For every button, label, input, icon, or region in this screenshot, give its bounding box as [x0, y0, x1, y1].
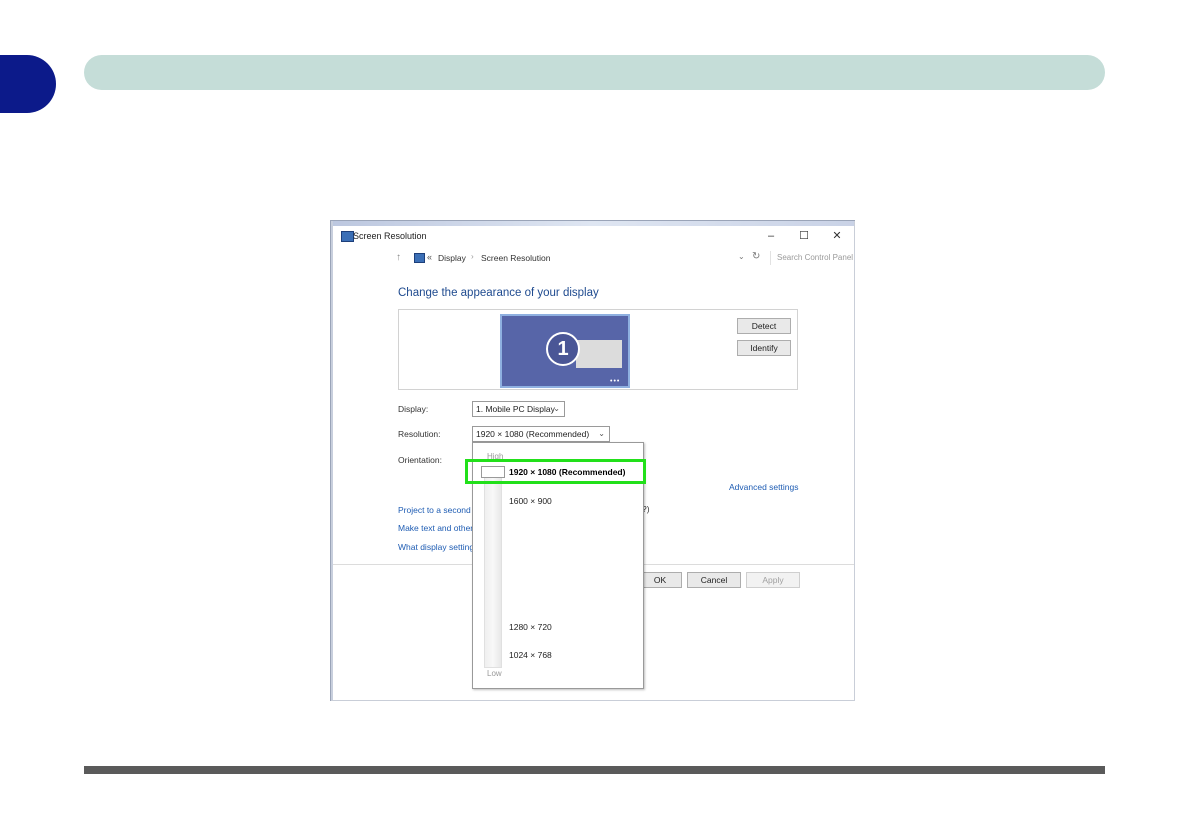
text-size-link[interactable]: Make text and other: [398, 523, 473, 533]
control-panel-nav-icon: [414, 253, 425, 263]
ok-button[interactable]: OK: [638, 572, 682, 588]
resolution-label: Resolution:: [398, 429, 441, 439]
display-preview-area: 1 ••• Detect Identify: [398, 309, 798, 390]
orientation-label: Orientation:: [398, 455, 442, 465]
breadcrumb-screen-resolution[interactable]: Screen Resolution: [481, 253, 550, 263]
advanced-settings-link[interactable]: Advanced settings: [729, 482, 798, 492]
display-label: Display:: [398, 404, 429, 414]
resolution-select-value: 1920 × 1080 (Recommended): [476, 429, 590, 439]
refresh-icon[interactable]: ↻: [752, 251, 760, 262]
project-link[interactable]: Project to a second: [398, 505, 471, 515]
window-title: Screen Resolution: [353, 231, 427, 241]
chevron-right-icon: ›: [471, 252, 474, 261]
monitor-number: 1: [546, 332, 580, 366]
monitor-grid-graphic: [576, 340, 622, 368]
slider-low-label: Low: [487, 669, 502, 678]
breadcrumb-display[interactable]: Display: [438, 253, 466, 263]
window-left-edge: [330, 220, 333, 701]
chapter-tab: [0, 55, 56, 113]
footer-rule: [84, 766, 1105, 774]
resolution-slider-track[interactable]: [484, 473, 502, 668]
chevron-down-icon: ⌄: [598, 429, 605, 438]
minimize-icon[interactable]: –: [759, 228, 783, 244]
close-icon[interactable]: ✕: [825, 228, 849, 244]
resolution-option[interactable]: 1280 × 720: [509, 622, 552, 632]
maximize-icon[interactable]: ☐: [792, 228, 816, 244]
resolution-option[interactable]: 1600 × 900: [509, 496, 552, 506]
resolution-select[interactable]: 1920 × 1080 (Recommended) ⌄: [472, 426, 610, 442]
display-settings-help-link[interactable]: What display setting: [398, 542, 474, 552]
page-title: Change the appearance of your display: [398, 287, 599, 299]
monitor-dots: •••: [610, 378, 621, 385]
address-bar: ↑ « Display › Screen Resolution ⌄ ↻ Sear…: [396, 251, 853, 267]
display-select[interactable]: 1. Mobile PC Display ⌄: [472, 401, 565, 417]
cancel-button[interactable]: Cancel: [687, 572, 741, 588]
up-arrow-icon[interactable]: ↑: [396, 252, 401, 263]
resolution-option[interactable]: 1024 × 768: [509, 650, 552, 660]
identify-button[interactable]: Identify: [737, 340, 791, 356]
breadcrumb-overflow[interactable]: «: [427, 252, 432, 262]
search-input[interactable]: Search Control Panel ⚲: [770, 251, 855, 265]
monitor-icon[interactable]: 1 •••: [500, 314, 630, 388]
header-bar: [84, 55, 1105, 90]
display-select-value: 1. Mobile PC Display: [476, 404, 555, 414]
apply-button[interactable]: Apply: [746, 572, 800, 588]
title-bar: Screen Resolution – ☐ ✕: [330, 226, 855, 248]
detect-button[interactable]: Detect: [737, 318, 791, 334]
address-dropdown-icon[interactable]: ⌄: [738, 252, 745, 261]
chevron-down-icon: ⌄: [553, 404, 560, 413]
search-placeholder: Search Control Panel: [777, 253, 854, 262]
selection-highlight-box: [465, 459, 646, 484]
